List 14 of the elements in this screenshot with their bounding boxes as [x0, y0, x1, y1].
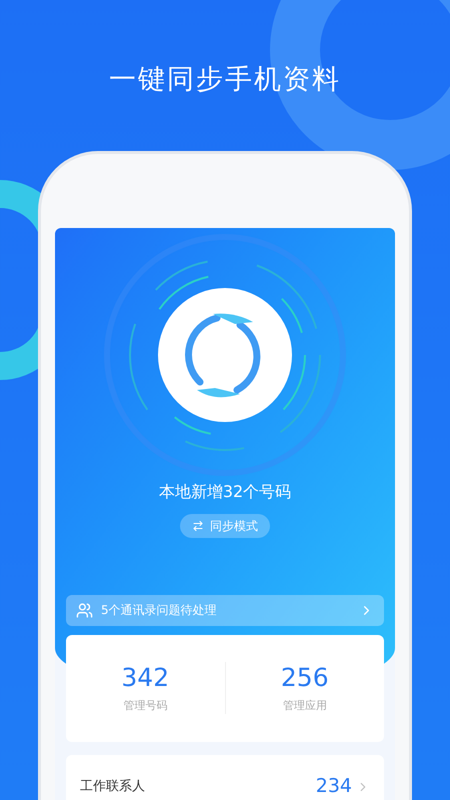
notice-text: 5个通讯录问题待处理 — [101, 602, 218, 619]
group-row[interactable]: 工作联系人 234 — [80, 774, 370, 798]
group-count: 234 — [316, 774, 352, 800]
stat-value: 256 — [280, 662, 329, 694]
users-icon — [76, 602, 93, 618]
notice-bar[interactable]: 5个通讯录问题待处理 — [66, 594, 384, 626]
stat-value: 342 — [121, 662, 170, 694]
sync-status-text: 本地新增32个号码 — [158, 480, 292, 502]
group-label: 工作联系人 — [80, 778, 146, 796]
stat-label: 管理号码 — [123, 698, 168, 714]
headline: 一键同步手机资料 — [109, 63, 341, 97]
swap-arrows-icon — [192, 520, 204, 532]
sync-mode-button[interactable]: 同步模式 — [180, 514, 270, 538]
stat-label: 管理应用 — [282, 698, 327, 714]
